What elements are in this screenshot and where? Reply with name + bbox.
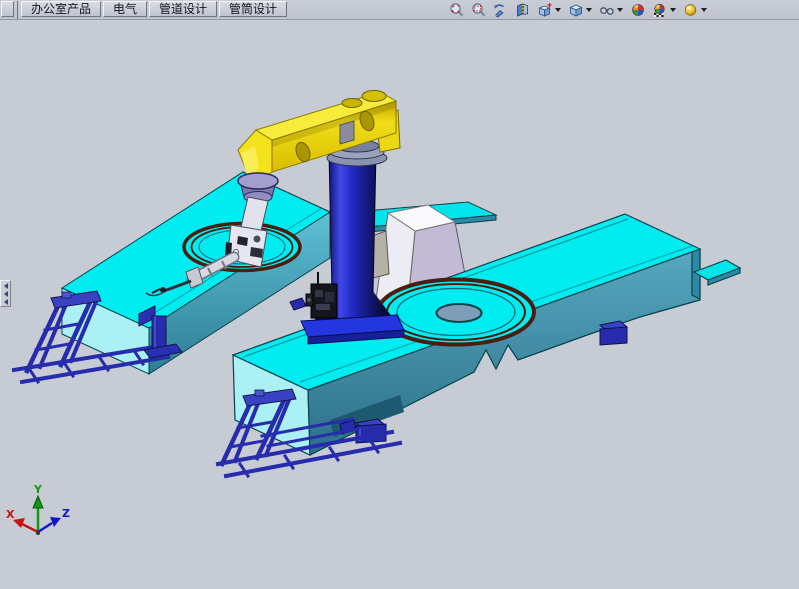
panel-collapse-button[interactable]	[0, 280, 11, 307]
z-axis-label: Z	[62, 507, 70, 520]
3d-model-scene: Y X Z	[0, 0, 799, 589]
collapse-arrow-icon	[4, 299, 8, 305]
y-axis-label: Y	[33, 483, 43, 496]
graphics-area[interactable]: Y X Z	[0, 20, 799, 589]
z-axis-arrow	[50, 517, 61, 527]
collapse-arrow-icon	[4, 283, 8, 289]
y-axis-arrow	[33, 496, 43, 508]
x-axis-arrow	[13, 518, 25, 528]
arm-gray-panel	[340, 121, 354, 144]
collapse-arrow-icon	[4, 291, 8, 297]
reference-triad: Y X Z	[6, 483, 70, 535]
x-axis-label: X	[6, 508, 15, 521]
